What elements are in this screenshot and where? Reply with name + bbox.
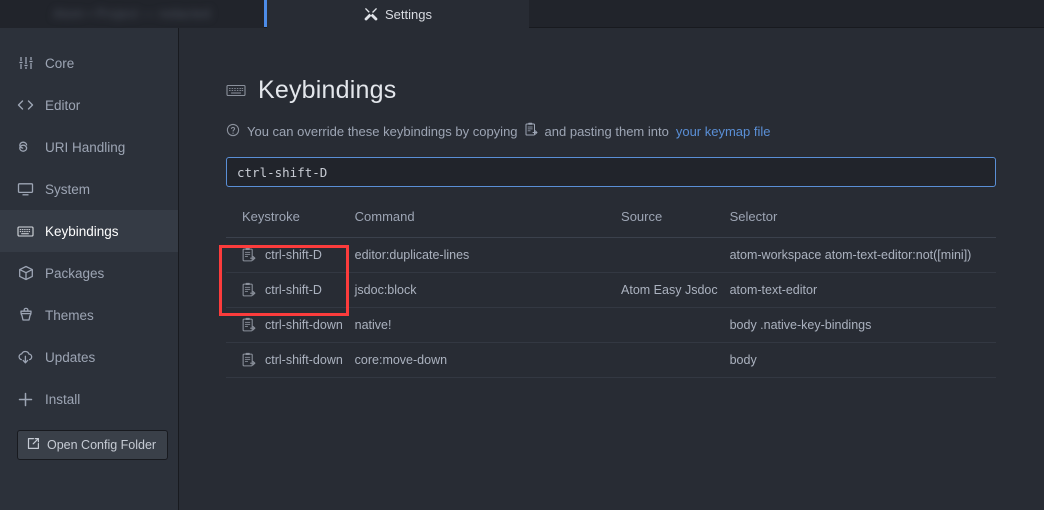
cell-selector: atom-workspace atom-text-editor:not([min…	[729, 237, 996, 273]
open-config-folder-button[interactable]: Open Config Folder	[17, 430, 169, 460]
sidebar-item-label: Keybindings	[45, 223, 119, 239]
cell-command: core:move-down	[354, 342, 622, 378]
sidebar-item-updates[interactable]: Updates	[0, 336, 178, 378]
column-header-keystroke[interactable]: Keystroke	[226, 209, 355, 238]
help-text-middle: and pasting them into	[544, 123, 669, 139]
cell-command: jsdoc:block	[354, 272, 622, 308]
sidebar-item-label: System	[45, 181, 91, 197]
sidebar-item-label: Editor	[45, 97, 81, 113]
sidebar-item-uri-handling[interactable]: URI Handling	[0, 126, 178, 168]
clipboard-copy-icon[interactable]	[242, 352, 256, 368]
tab-label-redacted: Atom • Project — redacted	[53, 7, 211, 21]
column-header-selector[interactable]: Selector	[729, 209, 996, 238]
sidebar-item-label: Updates	[45, 349, 96, 365]
cell-source	[621, 237, 730, 273]
table-row[interactable]: ctrl-shift-down native! body .native-key…	[226, 307, 996, 343]
cell-source	[621, 342, 730, 378]
sidebar-item-core[interactable]: Core	[0, 42, 178, 84]
cell-command: editor:duplicate-lines	[354, 237, 622, 273]
keymap-file-link[interactable]: your keymap file	[676, 124, 771, 139]
page-title-text: Keybindings	[258, 76, 397, 104]
clipboard-copy-icon[interactable]	[525, 122, 538, 140]
tab-settings-label: Settings	[385, 6, 432, 22]
sidebar-item-label: Core	[45, 55, 75, 71]
cloud-download-icon	[17, 349, 34, 366]
settings-main-panel: Keybindings You can override these keybi…	[180, 28, 1044, 510]
help-text-before: You can override these keybindings by co…	[247, 123, 518, 139]
cell-keystroke: ctrl-shift-down	[265, 353, 343, 367]
cell-keystroke: ctrl-shift-D	[265, 248, 322, 262]
keyboard-icon	[17, 223, 34, 240]
paintbucket-icon	[17, 307, 34, 324]
keyboard-icon	[226, 76, 246, 105]
sidebar-item-system[interactable]: System	[0, 168, 178, 210]
sidebar-item-label: URI Handling	[45, 139, 126, 155]
sidebar-item-keybindings[interactable]: Keybindings	[0, 210, 178, 252]
clipboard-copy-icon[interactable]	[242, 247, 256, 263]
link-icon	[17, 139, 34, 156]
external-link-icon	[27, 437, 40, 453]
clipboard-copy-icon[interactable]	[242, 282, 256, 298]
cell-command: native!	[354, 307, 622, 343]
table-row[interactable]: ctrl-shift-D editor:duplicate-lines atom…	[226, 237, 996, 273]
keybindings-help-text: You can override these keybindings by co…	[226, 122, 1000, 140]
keybindings-table: Keystroke Command Source Selector ctrl-s…	[226, 209, 996, 378]
cell-keystroke: ctrl-shift-D	[265, 283, 322, 297]
sidebar-item-themes[interactable]: Themes	[0, 294, 178, 336]
tools-icon	[364, 7, 378, 21]
column-header-command[interactable]: Command	[354, 209, 622, 238]
clipboard-copy-icon[interactable]	[242, 317, 256, 333]
sidebar-item-label: Packages	[45, 265, 105, 281]
tab-settings[interactable]: Settings	[267, 0, 529, 28]
cell-selector: atom-text-editor	[729, 272, 996, 308]
cell-source	[621, 307, 730, 343]
open-config-folder-label: Open Config Folder	[47, 438, 157, 452]
keybindings-search-input[interactable]	[226, 157, 996, 187]
plus-icon	[17, 391, 34, 408]
sidebar-item-editor[interactable]: Editor	[0, 84, 178, 126]
table-row[interactable]: ctrl-shift-D jsdoc:block Atom Easy Jsdoc…	[226, 272, 996, 308]
cell-keystroke: ctrl-shift-down	[265, 318, 343, 332]
sliders-icon	[17, 55, 34, 72]
column-header-source[interactable]: Source	[621, 209, 730, 238]
cell-selector: body	[729, 342, 996, 378]
monitor-icon	[17, 181, 34, 198]
tab-bar: Atom • Project — redacted Settings	[0, 0, 1044, 28]
question-circle-icon	[226, 123, 240, 140]
cell-source: Atom Easy Jsdoc	[621, 272, 730, 308]
table-body: ctrl-shift-D editor:duplicate-lines atom…	[226, 237, 996, 378]
table-header-row: Keystroke Command Source Selector	[226, 209, 996, 238]
table-row[interactable]: ctrl-shift-down core:move-down body	[226, 342, 996, 378]
tab-project-redacted[interactable]: Atom • Project — redacted	[0, 0, 264, 28]
sidebar-item-packages[interactable]: Packages	[0, 252, 178, 294]
package-icon	[17, 265, 34, 282]
sidebar-item-install[interactable]: Install	[0, 378, 178, 420]
page-title: Keybindings	[226, 76, 1000, 105]
cell-selector: body .native-key-bindings	[729, 307, 996, 343]
sidebar-item-label: Install	[45, 391, 81, 407]
settings-sidebar: Core Editor URI Handling System Keybindi…	[0, 28, 179, 510]
sidebar-item-label: Themes	[45, 307, 94, 323]
code-icon	[17, 97, 34, 114]
